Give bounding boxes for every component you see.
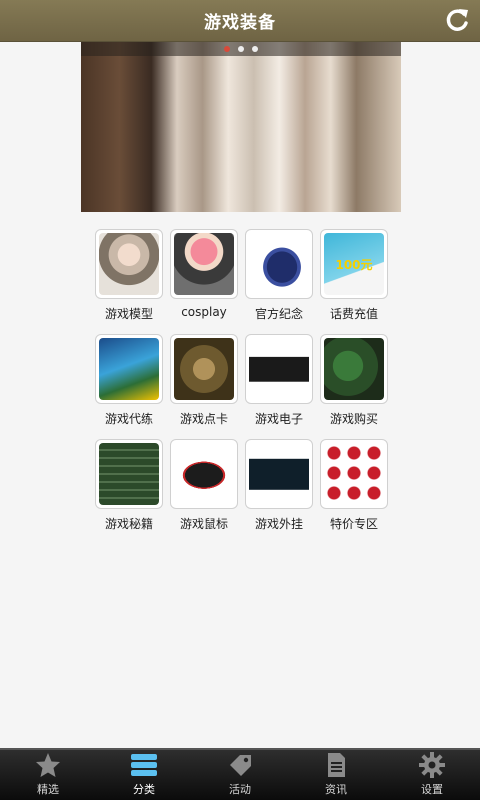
mouse-image: [174, 443, 234, 505]
category-item-game-model[interactable]: 游戏模型: [95, 229, 165, 322]
carousel-dot[interactable]: [238, 46, 244, 52]
bottom-tab-bar: 精选 分类 活动 资讯 设置: [0, 748, 480, 800]
category-label: 官方纪念: [254, 307, 303, 321]
category-item-leveling[interactable]: 游戏代练: [95, 334, 165, 427]
category-label: 特价专区: [329, 517, 378, 531]
tab-category[interactable]: 分类: [96, 750, 192, 800]
tab-label: 分类: [133, 783, 155, 796]
category-item-game-card[interactable]: 游戏点卡: [170, 334, 240, 427]
category-item-plugins[interactable]: 游戏外挂: [245, 439, 315, 532]
tab-settings[interactable]: 设置: [384, 750, 480, 800]
game-screenshot-image: [324, 338, 384, 400]
star-icon: [36, 753, 60, 777]
category-label: 游戏点卡: [179, 412, 228, 426]
category-item-recharge[interactable]: 100元 话费充值: [320, 229, 390, 322]
doll-image: [99, 233, 159, 295]
category-label: cosplay: [181, 305, 227, 319]
category-item-sale[interactable]: 特价专区: [320, 439, 390, 532]
category-item-electronics[interactable]: 游戏电子: [245, 334, 315, 427]
category-item-official[interactable]: 官方纪念: [245, 229, 315, 322]
category-item-cosplay[interactable]: cosplay: [170, 229, 240, 319]
tab-news[interactable]: 资讯: [288, 750, 384, 800]
category-icon: [131, 754, 157, 776]
cheat-list-image: [99, 443, 159, 505]
tab-events[interactable]: 活动: [192, 750, 288, 800]
plugin-screenshot-image: [249, 443, 309, 505]
category-label: 话费充值: [329, 307, 378, 321]
carousel-dot[interactable]: [224, 46, 230, 52]
category-label: 游戏代练: [104, 412, 153, 426]
refresh-icon[interactable]: [442, 5, 472, 35]
category-item-mouse[interactable]: 游戏鼠标: [170, 439, 240, 532]
category-label: 游戏模型: [104, 307, 153, 321]
category-item-cheats[interactable]: 游戏秘籍: [95, 439, 165, 532]
category-label: 游戏外挂: [254, 517, 303, 531]
tab-label: 资讯: [325, 783, 347, 796]
cosplay-image: [174, 233, 234, 295]
leveling-image: [99, 338, 159, 400]
cap-image: [249, 233, 309, 295]
sale-tags-image: [324, 443, 384, 505]
document-icon: [328, 753, 345, 777]
handheld-console-image: [249, 338, 309, 400]
category-label: 游戏购买: [329, 412, 378, 426]
category-label: 游戏秘籍: [104, 517, 153, 531]
recharge-badge: 100元: [335, 257, 373, 272]
tag-icon: [230, 755, 251, 776]
game-card-image: [174, 338, 234, 400]
tab-label: 设置: [421, 783, 443, 796]
recharge-card-image: 100元: [324, 233, 384, 295]
gear-icon: [419, 752, 445, 778]
carousel-dot[interactable]: [252, 46, 258, 52]
carousel-dots: [81, 46, 401, 52]
category-label: 游戏电子: [254, 412, 303, 426]
tab-label: 精选: [37, 783, 59, 796]
tab-label: 活动: [229, 783, 251, 796]
page-title: 游戏装备: [204, 13, 276, 33]
title-bar: 游戏装备: [0, 0, 480, 42]
category-label: 游戏鼠标: [179, 517, 228, 531]
tab-featured[interactable]: 精选: [0, 750, 96, 800]
banner-carousel[interactable]: [81, 42, 401, 212]
category-item-purchase[interactable]: 游戏购买: [320, 334, 390, 427]
